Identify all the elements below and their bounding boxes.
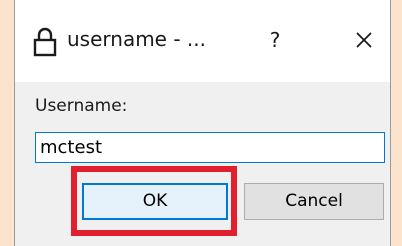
username-label: Username: xyxy=(35,96,128,116)
dialog-body: Username: OK Cancel xyxy=(15,82,390,246)
username-input[interactable] xyxy=(35,132,385,163)
window-title: username - ... xyxy=(67,27,206,51)
close-button[interactable] xyxy=(349,22,379,58)
username-dialog: username - ... ? Username: OK Cancel xyxy=(14,0,391,246)
cancel-button[interactable]: Cancel xyxy=(244,183,384,220)
close-icon xyxy=(356,32,372,48)
title-bar: username - ... ? xyxy=(15,0,390,82)
lock-icon xyxy=(33,26,57,58)
help-button[interactable]: ? xyxy=(263,22,287,58)
ok-button[interactable]: OK xyxy=(82,183,228,220)
